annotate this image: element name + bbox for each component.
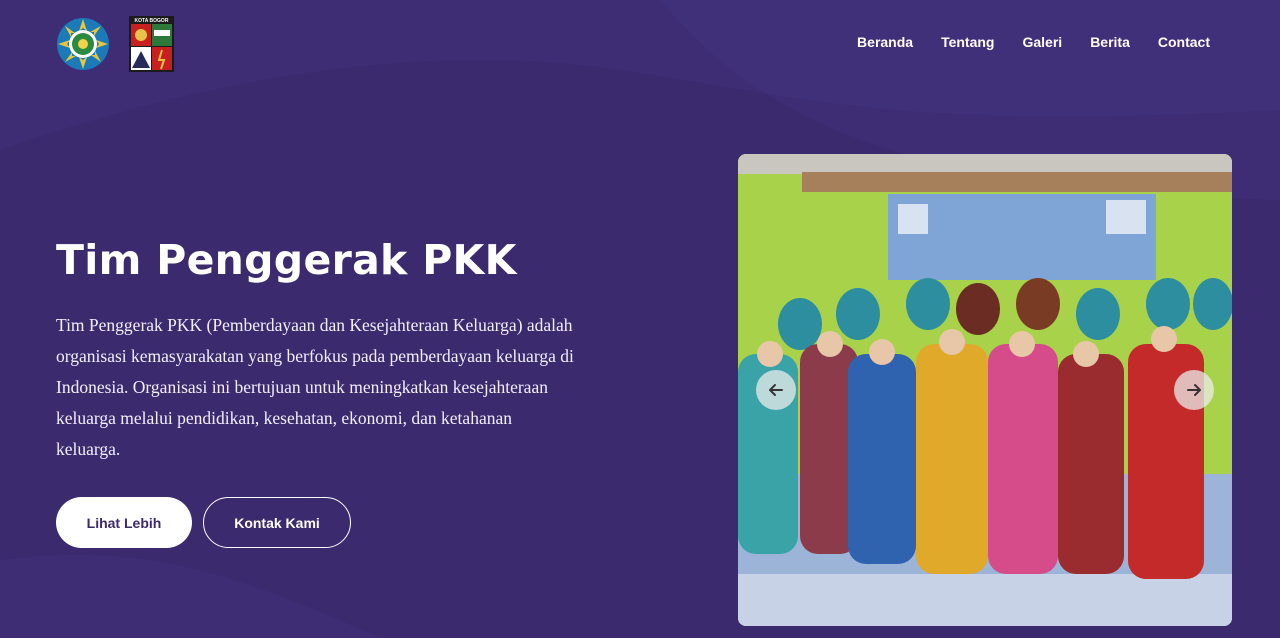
carousel-next-button[interactable]: [1174, 370, 1214, 410]
kota-bogor-logo[interactable]: KOTA BOGOR: [129, 16, 174, 72]
group-photo: [738, 154, 1232, 626]
kontak-kami-button[interactable]: Kontak Kami: [203, 497, 351, 548]
pkk-logo[interactable]: [56, 17, 110, 71]
nav-contact[interactable]: Contact: [1158, 34, 1210, 50]
main-nav: Beranda Tentang Galeri Berita Contact: [857, 34, 1210, 50]
carousel-image: [738, 154, 1232, 626]
arrow-left-icon: [769, 384, 783, 396]
nav-beranda[interactable]: Beranda: [857, 34, 913, 50]
arrow-right-icon: [1187, 384, 1201, 396]
nav-berita[interactable]: Berita: [1090, 34, 1130, 50]
lihat-lebih-button[interactable]: Lihat Lebih: [56, 497, 192, 548]
nav-galeri[interactable]: Galeri: [1022, 34, 1062, 50]
svg-text:KOTA BOGOR: KOTA BOGOR: [135, 18, 169, 24]
nav-tentang[interactable]: Tentang: [941, 34, 994, 50]
hero-title: Tim Penggerak PKK: [56, 236, 517, 284]
hero-description: Tim Penggerak PKK (Pemberdayaan dan Kese…: [56, 315, 574, 459]
carousel-prev-button[interactable]: [756, 370, 796, 410]
header: KOTA BOGOR Beranda Tentang Galeri Berita…: [0, 0, 1280, 90]
